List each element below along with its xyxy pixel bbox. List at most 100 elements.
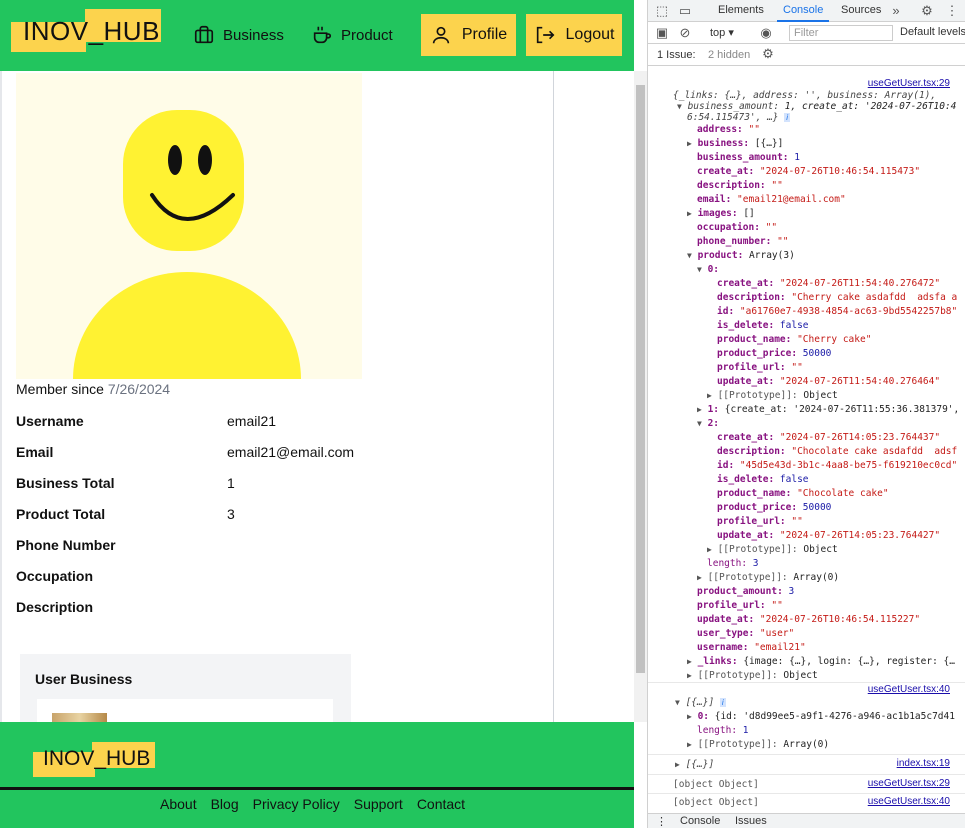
log-line: business_amount: 1: [697, 152, 800, 163]
log-line: is_delete: false: [717, 474, 809, 485]
coffee-cup-icon: [313, 26, 332, 44]
drawer-menu-icon[interactable]: ⋮: [656, 815, 667, 828]
log-line: [object Object]: [673, 797, 759, 808]
footer-logo-text: INOV_HUB: [43, 747, 151, 770]
footer-link-support[interactable]: Support: [354, 796, 403, 812]
log-line: product_name: "Chocolate cake": [717, 488, 889, 499]
footer-logo[interactable]: INOV_HUB: [33, 742, 157, 778]
footer-links: About Blog Privacy Policy Support Contac…: [160, 796, 465, 812]
footer-link-contact[interactable]: Contact: [417, 796, 465, 812]
issues-count[interactable]: 1 Issue:: [657, 49, 696, 61]
log-line: create_at: "2024-07-26T14:05:23.764437": [717, 432, 941, 443]
drawer-tabbar: ⋮ Console Issues: [648, 813, 965, 828]
log-line: [[Prototype]]: Object: [717, 544, 838, 555]
field-label: Phone Number: [16, 537, 116, 553]
brand-logo-text: INOV_HUB: [23, 16, 160, 46]
log-line: product_name: "Cherry cake": [717, 334, 872, 345]
field-label: Occupation: [16, 568, 94, 584]
nav-product-link[interactable]: Product: [311, 21, 393, 49]
tab-elements[interactable]: Elements: [718, 4, 764, 16]
log-source-link[interactable]: useGetUser.tsx:29: [868, 778, 950, 789]
console-output: useGetUser.tsx:29 {_links: {…}, address:…: [648, 66, 965, 814]
console-toolbar: ▣ ⊘ top ▾ ◉ Filter Default levels: [648, 22, 965, 44]
log-line: occupation: "": [697, 222, 778, 233]
log-source-link[interactable]: useGetUser.tsx:40: [868, 684, 950, 695]
field-value: email21@email.com: [227, 444, 355, 460]
field-value: 3: [227, 506, 235, 522]
log-line: create_at: "2024-07-26T10:46:54.115473": [697, 166, 921, 177]
log-line: [{…}]: [685, 759, 715, 770]
drawer-tab-issues[interactable]: Issues: [735, 815, 767, 827]
devtools-panel: ⬚ ▭ Elements Console Sources » ⚙ ⋮ ▣ ⊘ t…: [647, 0, 965, 828]
more-tabs-icon[interactable]: »: [888, 3, 904, 19]
profile-button-label: Profile: [461, 26, 508, 43]
device-toolbar-icon[interactable]: ▭: [677, 3, 693, 19]
log-line: description: "Cherry cake asdafdd adsfa …: [717, 292, 958, 303]
log-line: profile_url: "": [697, 600, 783, 611]
tab-console[interactable]: Console: [776, 4, 830, 22]
log-line: [[Prototype]]: Array(0): [697, 739, 830, 750]
briefcase-icon: [194, 25, 214, 44]
log-line: 6:54.115473', …}: [687, 112, 779, 123]
log-line: product_amount: 3: [697, 586, 795, 597]
log-line: profile_url: "": [717, 516, 803, 527]
field-occupation: Occupation: [16, 568, 466, 588]
tab-sources[interactable]: Sources: [841, 4, 881, 16]
drawer-tab-console[interactable]: Console: [680, 815, 720, 827]
field-label: Description: [16, 599, 94, 615]
top-navbar: INOV_HUB Business Product Profile Logout: [0, 0, 634, 71]
log-line: id: "a61760e7-4938-4854-ac63-9bd5542257b…: [717, 306, 958, 317]
field-value: email21: [227, 413, 277, 429]
log-line: images: []: [697, 208, 755, 219]
log-source-link[interactable]: useGetUser.tsx:40: [868, 796, 950, 807]
context-select[interactable]: top ▾: [710, 26, 734, 39]
footer-link-privacy[interactable]: Privacy Policy: [253, 796, 340, 812]
nav-business-label: Business: [223, 26, 284, 44]
user-business-title: User Business: [35, 671, 133, 687]
filter-input[interactable]: Filter: [789, 25, 893, 41]
gear-icon[interactable]: ⚙: [760, 46, 776, 62]
clear-console-icon[interactable]: ⊘: [677, 25, 693, 41]
devtools-tabbar: ⬚ ▭ Elements Console Sources » ⚙ ⋮: [648, 0, 965, 22]
user-icon: [432, 26, 449, 44]
logout-icon: [536, 26, 554, 44]
log-source-link[interactable]: useGetUser.tsx:29: [868, 78, 950, 89]
kebab-menu-icon[interactable]: ⋮: [944, 3, 960, 19]
log-line: update_at: "2024-07-26T14:05:23.764427": [717, 530, 941, 541]
member-since-label: Member since: [16, 381, 104, 397]
log-line: update_at: "2024-07-26T10:46:54.115227": [697, 614, 921, 625]
field-label: Business Total: [16, 475, 115, 491]
log-line: user_type: "user": [697, 628, 795, 639]
field-business-total: Business Total 1: [16, 475, 466, 495]
field-product-total: Product Total 3: [16, 506, 466, 526]
brand-logo[interactable]: INOV_HUB: [11, 9, 163, 54]
log-line: [{…}]: [685, 697, 715, 708]
log-line: [[Prototype]]: Object: [717, 390, 838, 401]
app-viewport: INOV_HUB Business Product Profile Logout: [0, 0, 634, 828]
profile-button[interactable]: Profile: [421, 14, 516, 56]
gear-icon[interactable]: ⚙: [919, 3, 935, 19]
log-line: length: 1: [697, 725, 749, 736]
profile-avatar: [16, 73, 362, 379]
log-line: {_links: {…}, address: '', business: Arr…: [673, 90, 937, 101]
log-line: username: "email21": [697, 642, 806, 653]
log-line: is_delete: false: [717, 320, 809, 331]
field-description: Description: [16, 599, 466, 619]
inspect-element-icon[interactable]: ⬚: [654, 3, 670, 19]
log-line: update_at: "2024-07-26T11:54:40.276464": [717, 376, 941, 387]
footer-link-about[interactable]: About: [160, 796, 197, 812]
page-scrollbar[interactable]: [634, 71, 647, 722]
nav-business-link[interactable]: Business: [193, 21, 284, 49]
logout-button[interactable]: Logout: [526, 14, 622, 56]
field-value: 1: [227, 475, 235, 491]
log-line: [[Prototype]]: Object: [697, 670, 818, 681]
footer-link-blog[interactable]: Blog: [211, 796, 239, 812]
log-line: email: "email21@email.com": [697, 194, 846, 205]
log-source-link[interactable]: index.tsx:19: [897, 758, 950, 769]
sidebar-toggle-icon[interactable]: ▣: [654, 25, 670, 41]
eye-icon[interactable]: ◉: [758, 25, 774, 41]
log-line: product: Array(3): [697, 250, 795, 261]
member-since: Member since 7/26/2024: [16, 381, 170, 397]
log-line: business: [{…}]: [697, 138, 784, 149]
levels-select[interactable]: Default levels: [900, 26, 965, 38]
